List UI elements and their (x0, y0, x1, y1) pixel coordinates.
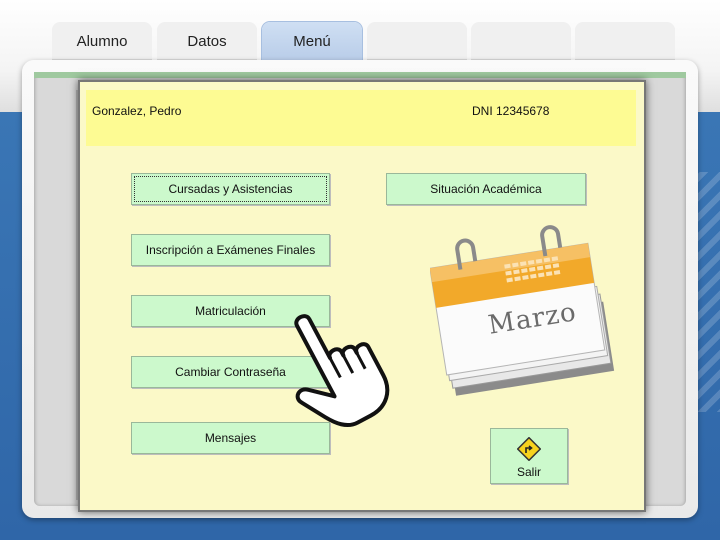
background-window-strip (34, 72, 686, 78)
tab-empty-5[interactable] (471, 22, 571, 60)
student-menu-window: Gonzalez, Pedro DNI 12345678 Cursadas y … (78, 80, 646, 512)
salir-button[interactable]: Salir (490, 428, 568, 484)
exit-sign-icon (517, 437, 541, 461)
student-header: Gonzalez, Pedro DNI 12345678 (86, 90, 636, 146)
salir-label: Salir (516, 465, 541, 479)
cursadas-button[interactable]: Cursadas y Asistencias (131, 173, 330, 205)
inscripcion-examenes-button[interactable]: Inscripción a Exámenes Finales (131, 234, 330, 266)
student-name: Gonzalez, Pedro (92, 104, 182, 118)
pointing-hand-cursor (294, 314, 390, 427)
student-dni: DNI 12345678 (472, 104, 550, 118)
tab-menu[interactable]: Menú (262, 22, 362, 60)
tab-empty-4[interactable] (367, 22, 467, 60)
tab-alumno[interactable]: Alumno (52, 22, 152, 60)
tab-datos[interactable]: Datos (157, 22, 257, 60)
tab-empty-6[interactable] (575, 22, 675, 60)
situacion-academica-button[interactable]: Situación Académica (386, 173, 586, 205)
